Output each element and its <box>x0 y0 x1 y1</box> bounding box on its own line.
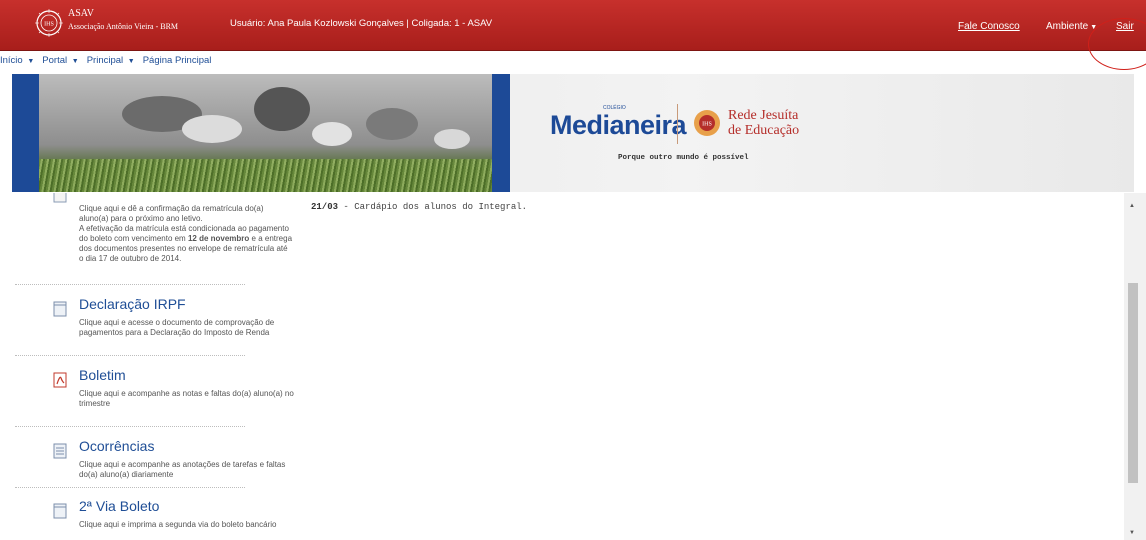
logo-divider <box>677 104 678 144</box>
news-text: - Cardápio dos alunos do Integral. <box>338 202 528 212</box>
org-name: ASAV <box>68 8 94 19</box>
item-description: Clique aqui e imprima a segunda via do b… <box>79 520 277 529</box>
rede-jesuita-text: Rede Jesuíta de Educação <box>728 108 799 138</box>
divider <box>15 355 245 356</box>
medianeira-logo: Medianeira <box>550 110 687 140</box>
tagline: Porque outro mundo é possível <box>618 154 749 162</box>
ambiente-label: Ambiente <box>1046 21 1089 32</box>
banner-blue-bar <box>12 74 39 192</box>
breadcrumb-label: Principal <box>86 55 124 66</box>
rede-line2: de Educação <box>728 123 800 138</box>
divider <box>15 426 245 427</box>
fale-conosco-link[interactable]: Fale Conosco <box>958 21 1020 32</box>
divider <box>15 284 245 285</box>
children-legs-image <box>122 87 470 149</box>
item-title[interactable]: 2ª Via Boleto <box>79 498 159 514</box>
breadcrumb-inicio[interactable]: Início ▼ <box>0 55 34 71</box>
document-icon <box>53 193 67 203</box>
breadcrumb: Início ▼ Portal ▼ Principal ▼ Página Pri… <box>0 55 219 71</box>
item-title[interactable]: Ocorrências <box>79 438 154 454</box>
breadcrumb-label: Portal <box>42 55 68 66</box>
item-description: Clique aqui e acompanhe as anotações de … <box>79 460 286 479</box>
document-icon <box>53 301 67 317</box>
ihs-seal-icon: IHS <box>35 9 63 37</box>
breadcrumb-label: Início <box>0 55 23 66</box>
rede-line1: Rede Jesuíta <box>728 108 799 123</box>
ambiente-menu[interactable]: Ambiente ▼ <box>1046 21 1097 32</box>
scroll-up-icon[interactable]: ▲ <box>1129 203 1135 209</box>
svg-text:IHS: IHS <box>44 22 54 28</box>
chevron-down-icon: ▼ <box>27 58 35 65</box>
highlight-circle <box>1088 18 1146 70</box>
chevron-down-icon: ▼ <box>71 58 79 65</box>
item-title[interactable]: Boletim <box>79 367 126 383</box>
scrollbar-thumb[interactable] <box>1128 283 1138 483</box>
pdf-icon <box>53 372 67 388</box>
top-bar: IHS ASAV Associação Antônio Vieira - BRM… <box>0 0 1146 51</box>
item-description: Clique aqui e acesse o documento de comp… <box>79 318 275 337</box>
header-banner: COLÉGIO Medianeira IHS Rede Jesuíta de E… <box>12 74 1134 192</box>
divider <box>15 487 245 488</box>
banner-photo <box>12 74 510 192</box>
news-date: 21/03 <box>311 202 339 212</box>
item-description: Clique aqui e dê a confirmação da rematr… <box>79 204 293 263</box>
svg-text:IHS: IHS <box>702 122 712 128</box>
org-subtitle: Associação Antônio Vieira - BRM <box>68 22 179 31</box>
list-icon <box>53 443 67 459</box>
banner-blue-bar <box>492 74 510 192</box>
breadcrumb-label: Página Principal <box>142 55 212 66</box>
document-icon <box>53 503 67 519</box>
scroll-down-icon[interactable]: ▼ <box>1129 530 1135 536</box>
breadcrumb-pagina-principal[interactable]: Página Principal <box>143 55 212 71</box>
news-item[interactable]: 21/03 - Cardápio dos alunos do Integral. <box>311 202 527 212</box>
rede-jesuita-seal-icon: IHS <box>694 110 720 136</box>
item-title[interactable]: Declaração IRPF <box>79 296 186 312</box>
breadcrumb-principal[interactable]: Principal ▼ <box>87 55 135 71</box>
user-info: Usuário: Ana Paula Kozlowski Gonçalves |… <box>230 18 493 29</box>
chevron-down-icon: ▼ <box>127 58 135 65</box>
banner-grass <box>39 159 492 192</box>
main-content: Clique aqui e dê a confirmação da rematr… <box>0 193 1124 540</box>
item-description: Clique aqui e acompanhe as notas e falta… <box>79 389 294 408</box>
breadcrumb-portal[interactable]: Portal ▼ <box>42 55 78 71</box>
